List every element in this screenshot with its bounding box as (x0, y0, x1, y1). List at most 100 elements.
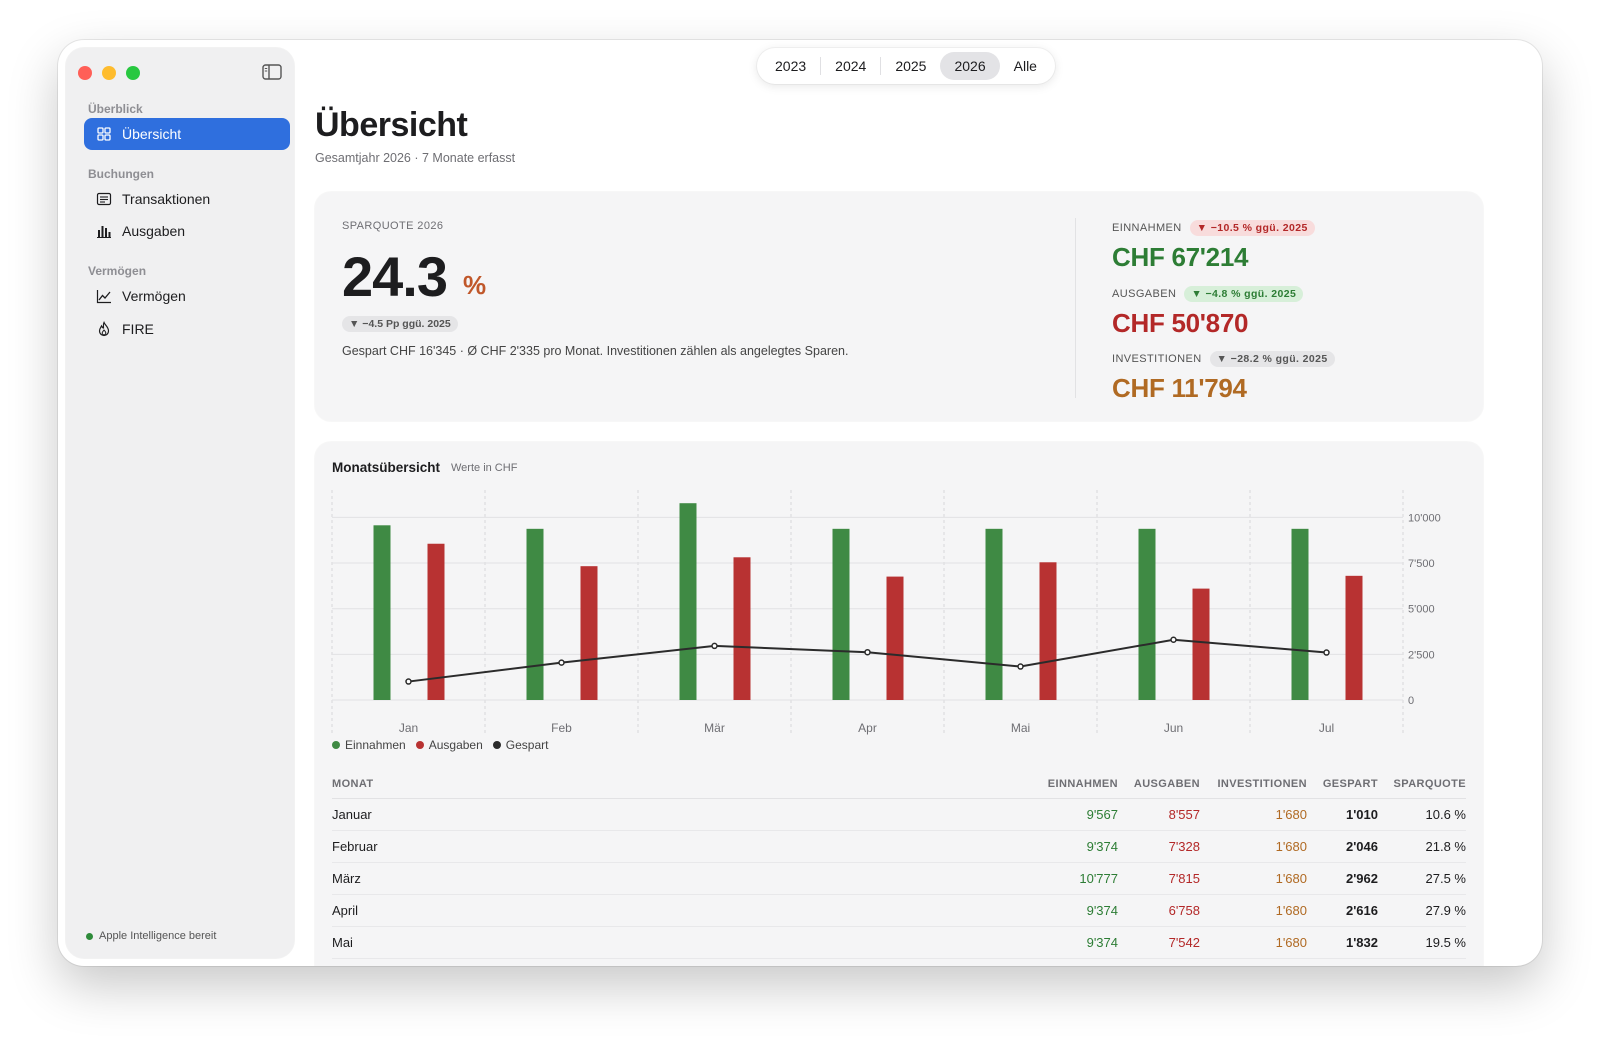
line-series-gespart (408, 638, 1327, 683)
chart-title: Monatsübersicht (332, 460, 441, 475)
column-header-monat[interactable]: MONAT (332, 774, 1028, 799)
sidebar-item-label: Transaktionen (122, 191, 211, 207)
flame-icon (98, 321, 110, 337)
bar-ausgaben-feb (580, 566, 598, 700)
bar-ausgaben-apr (886, 576, 904, 700)
kpi-income-delta-badge: ▼ −10.5 % ggü. 2025 (1189, 220, 1315, 236)
sidebar-item-vermoegen[interactable]: Vermögen (84, 280, 290, 312)
table-cell: 10.6 % (1378, 798, 1466, 831)
year-2023-button[interactable]: 2023 (761, 52, 820, 80)
bar-einnahmen-jun (1138, 528, 1156, 700)
bar-einnahmen-jan (373, 525, 391, 700)
table-cell: 7'815 (1118, 862, 1200, 895)
legend-dot-icon (492, 741, 501, 749)
close-window-button[interactable] (78, 66, 92, 80)
window-controls (78, 66, 140, 80)
year-all-button[interactable]: Alle (1000, 52, 1051, 80)
year-2024-button[interactable]: 2024 (821, 52, 880, 80)
table-row[interactable]: Januar 9'567 8'557 1'680 1'010 10.6 % (332, 798, 1466, 831)
bar-einnahmen-jul (1291, 528, 1309, 700)
table-cell: 9'374 (1028, 926, 1118, 959)
x-tick-label: Jun (1164, 721, 1183, 735)
sidebar-section-buchungen: Buchungen (88, 167, 154, 181)
x-tick-label: Jan (399, 721, 418, 735)
table-cell: 10'777 (1028, 862, 1118, 895)
kpi-investments: INVESTITIONEN ▼ −28.2 % ggü. 2025 CHF 11… (1112, 351, 1335, 404)
table-cell: Januar (332, 798, 1028, 831)
grid-icon (97, 127, 111, 141)
y-tick-label: 10'000 (1408, 512, 1441, 524)
table-cell: 1'680 (1200, 926, 1307, 959)
bar-einnahmen-apr (832, 528, 850, 700)
y-tick-label: 0 (1408, 695, 1414, 707)
savings-rate-unit: % (463, 270, 487, 300)
zoom-window-button[interactable] (126, 66, 140, 80)
legend-dot-icon (332, 741, 340, 749)
table-cell: 7'542 (1118, 926, 1200, 959)
table-cell: 1'680 (1200, 894, 1307, 927)
legend-dot-icon (415, 741, 424, 749)
column-header-gespart[interactable]: GESPART (1307, 774, 1378, 799)
legend-item-einnahmen: Einnahmen (332, 738, 406, 752)
bar-ausgaben-mär (733, 557, 751, 700)
x-tick-label: Apr (858, 721, 877, 735)
line-point-gespart (1017, 663, 1024, 670)
monthly-table: MONAT EINNAHMEN AUSGABEN INVESTITIONEN G… (332, 774, 1466, 959)
sidebar-item-fire[interactable]: FIRE (84, 313, 290, 345)
monthly-chart: 10'000 7'500 5'000 2'500 0 Jan Feb Mär Apr Mai Jun… (331, 490, 1441, 735)
page-subtitle: Gesamtjahr 2026 · 7 Monate erfasst (315, 151, 516, 165)
year-2025-button[interactable]: 2025 (881, 52, 940, 80)
legend-label: Gespart (505, 738, 549, 752)
table-row[interactable]: April 9'374 6'758 1'680 2'616 27.9 % (332, 894, 1466, 927)
x-tick-label: Feb (551, 721, 572, 735)
column-header-investitionen[interactable]: INVESTITIONEN (1200, 774, 1307, 799)
column-header-einnahmen[interactable]: EINNAHMEN (1028, 774, 1118, 799)
table-cell: 2'616 (1307, 894, 1378, 927)
table-header-row: MONAT EINNAHMEN AUSGABEN INVESTITIONEN G… (332, 774, 1466, 799)
table-cell: 9'567 (1028, 798, 1118, 831)
table-cell: 9'374 (1028, 830, 1118, 863)
bar-einnahmen-mär (679, 503, 697, 700)
bar-ausgaben-mai (1039, 562, 1057, 700)
y-tick-label: 7'500 (1408, 558, 1435, 570)
chart-legend: Einnahmen Ausgaben Gespart (332, 738, 548, 752)
kpi-expenses-label: AUSGABEN (1112, 288, 1177, 300)
sidebar-toggle-icon[interactable] (262, 64, 282, 80)
kpi-expenses-delta-badge: ▼ −4.8 % ggü. 2025 (1184, 286, 1304, 302)
kpi-investments-label: INVESTITIONEN (1112, 353, 1202, 365)
savings-rate-delta-badge: ▼ −4.5 Pp ggü. 2025 (342, 316, 458, 332)
line-point-gespart (405, 678, 412, 685)
monthly-overview-card: Monatsübersicht Werte in CHF 10'000 7'500… (315, 442, 1483, 966)
legend-item-ausgaben: Ausgaben (415, 738, 483, 752)
table-row[interactable]: Mai 9'374 7'542 1'680 1'832 19.5 % (332, 926, 1466, 959)
sidebar-item-label: Vermögen (122, 288, 186, 304)
table-row[interactable]: März 10'777 7'815 1'680 2'962 27.5 % (332, 862, 1466, 895)
sidebar-item-label: Ausgaben (122, 223, 186, 239)
x-tick-label: Jul (1319, 721, 1334, 735)
table-cell: 2'046 (1307, 830, 1378, 863)
line-point-gespart (558, 659, 565, 666)
year-segmented-control: 2023 2024 2025 2026 Alle (757, 48, 1055, 84)
bar-ausgaben-jul (1345, 575, 1363, 700)
table-cell: 6'758 (1118, 894, 1200, 927)
year-2026-button[interactable]: 2026 (940, 52, 1000, 80)
table-cell: 27.9 % (1378, 894, 1466, 927)
table-cell: 21.8 % (1378, 830, 1466, 863)
sidebar-item-label: FIRE (122, 321, 154, 337)
table-row[interactable]: Februar 9'374 7'328 1'680 2'046 21.8 % (332, 830, 1466, 863)
sidebar-item-ausgaben[interactable]: Ausgaben (84, 215, 290, 247)
column-header-sparquote[interactable]: SPARQUOTE (1378, 774, 1466, 799)
kpi-expenses: AUSGABEN ▼ −4.8 % ggü. 2025 CHF 50'870 (1112, 286, 1304, 339)
column-header-ausgaben[interactable]: AUSGABEN (1118, 774, 1200, 799)
table-cell: 1'832 (1307, 926, 1378, 959)
kpi-investments-delta-badge: ▼ −28.2 % ggü. 2025 (1209, 351, 1335, 367)
sidebar-item-uebersicht[interactable]: Übersicht (84, 118, 290, 150)
sidebar: Überblick Übersicht Buchungen Transaktio… (66, 48, 294, 958)
table-cell: 2'962 (1307, 862, 1378, 895)
sidebar-item-transaktionen[interactable]: Transaktionen (84, 183, 290, 215)
ai-status-label: Apple Intelligence bereit (99, 930, 217, 942)
bar-einnahmen-feb (526, 528, 544, 700)
table-cell: 9'374 (1028, 894, 1118, 927)
line-chart-icon (96, 290, 111, 304)
minimize-window-button[interactable] (102, 66, 116, 80)
